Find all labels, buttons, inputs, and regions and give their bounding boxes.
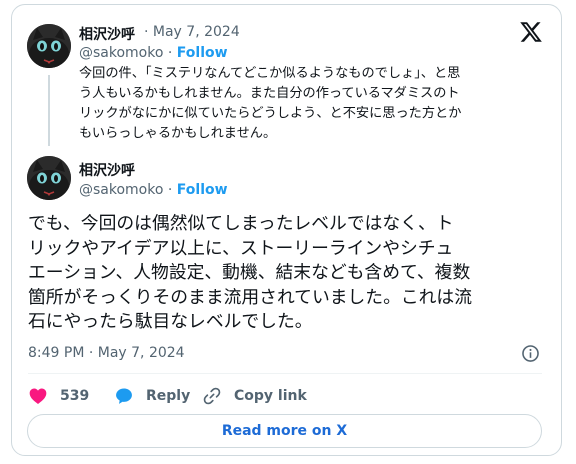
copy-link-button[interactable]: Copy link [202, 384, 307, 408]
separator-dot: · [167, 45, 173, 61]
tweet-timestamp[interactable]: 8:49 PM · May 7, 2024 [28, 345, 185, 361]
x-logo-icon[interactable] [519, 20, 543, 44]
handle-row: @sakomoko · Follow [79, 182, 228, 198]
tweet-date[interactable]: · May 7, 2024 [144, 24, 240, 40]
tweet-text: でも、今回のは偶然似てしまったレベルではなく、ト リックやアイデア以上に、ストー… [28, 213, 472, 333]
author-name[interactable]: 相沢沙呼 [79, 24, 135, 44]
author-name[interactable]: 相沢沙呼 [79, 160, 135, 180]
like-count: 539 [60, 388, 90, 404]
speech-bubble-icon [116, 388, 132, 404]
separator-dot: · [167, 182, 173, 198]
divider [28, 373, 542, 374]
copy-link-label: Copy link [234, 388, 307, 404]
reply-button[interactable]: Reply [114, 384, 190, 408]
reply-label: Reply [146, 388, 191, 404]
thread-connector [48, 75, 50, 146]
follow-button[interactable]: Follow [177, 182, 228, 198]
quoted-tweet-text: 今回の件、「ミステリなんてどこか似るようなものでしょ」、と思 う人もいるかもしれ… [79, 66, 462, 141]
author-handle[interactable]: @sakomoko [79, 45, 163, 61]
link-icon [203, 387, 221, 405]
heart-icon [29, 388, 47, 404]
author-handle[interactable]: @sakomoko [79, 182, 163, 198]
follow-button[interactable]: Follow [177, 45, 228, 61]
avatar[interactable] [27, 24, 71, 68]
info-icon[interactable] [521, 344, 540, 363]
handle-row: @sakomoko · Follow [79, 45, 228, 61]
like-button[interactable]: 539 [28, 384, 89, 408]
avatar[interactable] [27, 156, 71, 200]
read-more-button[interactable]: Read more on X [27, 414, 542, 448]
